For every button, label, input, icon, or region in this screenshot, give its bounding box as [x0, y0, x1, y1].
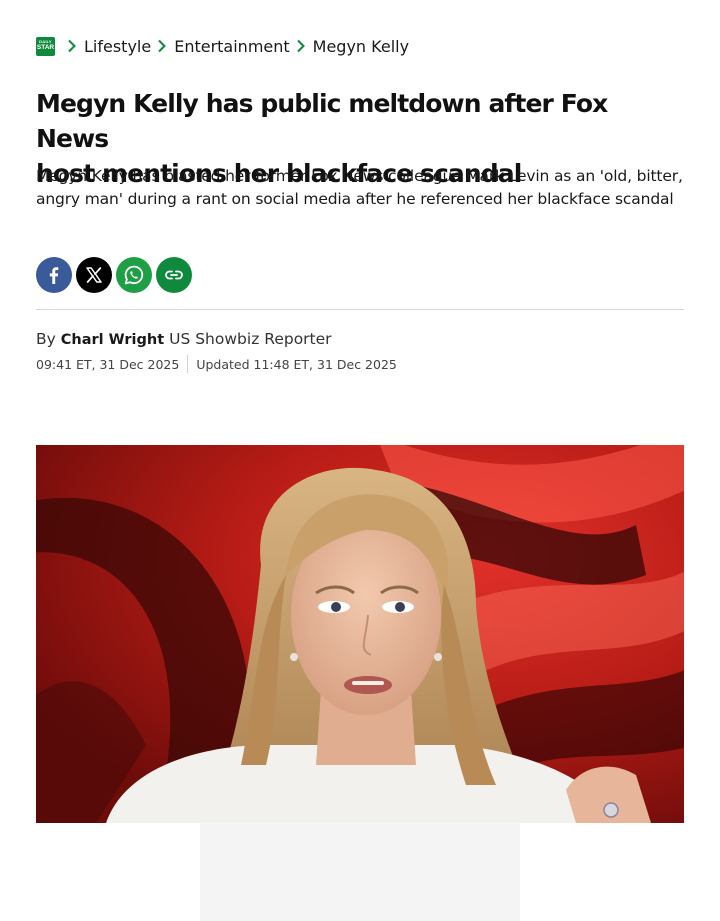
timestamp-divider [187, 355, 189, 373]
share-x-button[interactable] [76, 257, 112, 293]
headline-line-1: Megyn Kelly has public meltdown after Fo… [36, 89, 608, 153]
share-bar [36, 257, 192, 293]
byline-prefix: By [36, 330, 56, 348]
share-facebook-button[interactable] [36, 257, 72, 293]
share-copy-link-button[interactable] [156, 257, 192, 293]
breadcrumb: DAILY STAR Lifestyle Entertainment Megyn… [36, 35, 409, 57]
x-icon [86, 267, 102, 283]
breadcrumb-item-megyn-kelly[interactable]: Megyn Kelly [313, 37, 409, 56]
chevron-right-icon [153, 35, 171, 57]
hero-image[interactable] [36, 445, 684, 823]
link-icon [165, 270, 183, 280]
logo-line-bottom: STAR [36, 44, 55, 52]
share-whatsapp-button[interactable] [116, 257, 152, 293]
advert-placeholder [200, 823, 520, 921]
author-link[interactable]: Charl Wright [61, 332, 164, 348]
breadcrumb-item-lifestyle[interactable]: Lifestyle [84, 37, 151, 56]
breadcrumb-item-entertainment[interactable]: Entertainment [174, 37, 289, 56]
whatsapp-icon [124, 265, 144, 285]
byline: By Charl Wright US Showbiz Reporter [36, 328, 332, 351]
chevron-right-icon [292, 35, 310, 57]
hero-image-art [36, 445, 684, 823]
article-timestamps: 09:41 ET, 31 Dec 2025 Updated 11:48 ET, … [36, 355, 397, 373]
facebook-icon [49, 267, 59, 284]
author-role: US Showbiz Reporter [169, 330, 332, 348]
updated-time: Updated 11:48 ET, 31 Dec 2025 [196, 356, 397, 372]
published-time: 09:41 ET, 31 Dec 2025 [36, 356, 180, 372]
chevron-right-icon [63, 35, 81, 57]
article-standfirst: Megyn Kelly has blasted her former Fox N… [36, 167, 683, 208]
daily-star-logo[interactable]: DAILY STAR [36, 36, 55, 56]
byline-divider [36, 309, 684, 310]
